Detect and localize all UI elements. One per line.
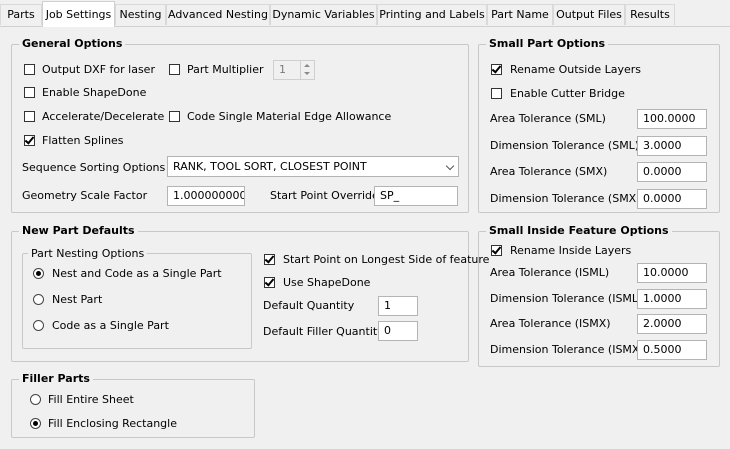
tab-strip: Parts Job Settings Nesting Advanced Nest… xyxy=(0,0,730,27)
code-single-material-checkbox[interactable] xyxy=(169,111,180,122)
default-filler-quantity-input[interactable]: 0 xyxy=(378,321,418,341)
dimension-tolerance-ismx-value: 0.5000 xyxy=(643,343,682,356)
start-point-longest-checkbox[interactable] xyxy=(264,254,275,265)
flatten-splines-checkbox[interactable] xyxy=(24,135,35,146)
flatten-splines-label: Flatten Splines xyxy=(42,134,124,147)
area-tolerance-smx-value: 0.0000 xyxy=(643,165,682,178)
area-tolerance-sml-label: Area Tolerance (SML) xyxy=(490,112,606,125)
rename-outside-layers-checkbox[interactable] xyxy=(491,64,502,75)
output-dxf-label: Output DXF for laser xyxy=(42,63,155,76)
part-multiplier-value: 1 xyxy=(279,63,286,76)
enable-cutter-bridge-label: Enable Cutter Bridge xyxy=(510,87,625,100)
use-shapedone-checkbox[interactable] xyxy=(264,277,275,288)
dimension-tolerance-isml-input[interactable]: 1.0000 xyxy=(637,289,707,309)
start-point-override-label: Start Point Override xyxy=(270,189,379,202)
sequence-sorting-label: Sequence Sorting Options xyxy=(22,161,166,174)
tab-dynamic-variables[interactable]: Dynamic Variables xyxy=(270,4,377,25)
dimension-tolerance-ismx-input[interactable]: 0.5000 xyxy=(637,340,707,360)
chevron-down-icon xyxy=(445,161,455,171)
tab-results[interactable]: Results xyxy=(625,4,675,25)
dimension-tolerance-smx-label: Dimension Tolerance (SMX) xyxy=(490,192,641,205)
sequence-sorting-dropdown[interactable]: RANK, TOOL SORT, CLOSEST POINT xyxy=(167,156,459,177)
default-quantity-input[interactable]: 1 xyxy=(378,296,418,316)
start-point-override-input[interactable]: SP_ xyxy=(374,186,458,206)
part-multiplier-checkbox[interactable] xyxy=(169,64,180,75)
geometry-scale-label: Geometry Scale Factor xyxy=(22,189,148,202)
part-nesting-options-title: Part Nesting Options xyxy=(28,247,148,261)
fill-entire-sheet-label: Fill Entire Sheet xyxy=(48,393,134,406)
nest-part-label: Nest Part xyxy=(52,293,103,306)
tab-printing-and-labels[interactable]: Printing and Labels xyxy=(377,4,487,25)
area-tolerance-ismx-value: 2.0000 xyxy=(643,317,682,330)
tab-nesting[interactable]: Nesting xyxy=(115,4,166,25)
nest-and-code-single-radio[interactable] xyxy=(33,268,44,279)
accel-decel-label: Accelerate/Decelerate xyxy=(42,110,165,123)
fill-enclosing-rectangle-label: Fill Enclosing Rectangle xyxy=(48,417,177,430)
rename-inside-layers-label: Rename Inside Layers xyxy=(510,244,632,257)
start-point-longest-label: Start Point on Longest Side of feature xyxy=(283,253,490,266)
area-tolerance-ismx-input[interactable]: 2.0000 xyxy=(637,314,707,334)
rename-inside-layers-checkbox[interactable] xyxy=(491,245,502,256)
dimension-tolerance-sml-label: Dimension Tolerance (SML) xyxy=(490,139,640,152)
nest-part-radio[interactable] xyxy=(33,294,44,305)
enable-cutter-bridge-checkbox[interactable] xyxy=(491,88,502,99)
nest-and-code-single-label: Nest and Code as a Single Part xyxy=(52,267,222,280)
rename-outside-layers-label: Rename Outside Layers xyxy=(510,63,641,76)
part-multiplier-label: Part Multiplier xyxy=(187,63,264,76)
code-single-part-radio[interactable] xyxy=(33,320,44,331)
dimension-tolerance-ismx-label: Dimension Tolerance (ISMX) xyxy=(490,343,644,356)
area-tolerance-smx-input[interactable]: 0.0000 xyxy=(637,162,707,182)
default-quantity-label: Default Quantity xyxy=(263,299,355,312)
area-tolerance-ismx-label: Area Tolerance (ISMX) xyxy=(490,317,611,330)
default-filler-quantity-value: 0 xyxy=(384,324,391,337)
area-tolerance-isml-input[interactable]: 10.0000 xyxy=(637,263,707,283)
filler-parts-title: Filler Parts xyxy=(19,372,93,386)
tab-job-settings[interactable]: Job Settings xyxy=(42,1,115,27)
dimension-tolerance-sml-input[interactable]: 3.0000 xyxy=(637,136,707,156)
start-point-override-value: SP_ xyxy=(380,189,400,202)
general-options-title: General Options xyxy=(19,37,126,51)
area-tolerance-isml-value: 10.0000 xyxy=(643,266,689,279)
code-single-material-label: Code Single Material Edge Allowance xyxy=(187,110,392,123)
tab-output-files[interactable]: Output Files xyxy=(553,4,625,25)
enable-shapedone-label: Enable ShapeDone xyxy=(42,86,147,99)
area-tolerance-smx-label: Area Tolerance (SMX) xyxy=(490,165,608,178)
geometry-scale-input[interactable]: 1.0000000000 xyxy=(167,186,245,206)
use-shapedone-label: Use ShapeDone xyxy=(283,276,371,289)
tab-parts[interactable]: Parts xyxy=(0,4,42,25)
output-dxf-checkbox[interactable] xyxy=(24,64,35,75)
new-part-defaults-title: New Part Defaults xyxy=(19,224,138,238)
default-filler-quantity-label: Default Filler Quantity xyxy=(263,325,384,338)
dimension-tolerance-isml-label: Dimension Tolerance (ISML) xyxy=(490,292,643,305)
tab-part-name[interactable]: Part Name xyxy=(487,4,553,25)
dimension-tolerance-sml-value: 3.0000 xyxy=(643,139,682,152)
accel-decel-checkbox[interactable] xyxy=(24,111,35,122)
code-single-part-label: Code as a Single Part xyxy=(52,319,169,332)
geometry-scale-value: 1.0000000000 xyxy=(173,189,244,202)
small-inside-feature-title: Small Inside Feature Options xyxy=(486,224,672,238)
sequence-sorting-value: RANK, TOOL SORT, CLOSEST POINT xyxy=(173,160,367,173)
default-quantity-value: 1 xyxy=(384,299,391,312)
dimension-tolerance-smx-input[interactable]: 0.0000 xyxy=(637,189,707,209)
dimension-tolerance-isml-value: 1.0000 xyxy=(643,292,682,305)
tab-advanced-nesting[interactable]: Advanced Nesting xyxy=(166,4,270,25)
dimension-tolerance-smx-value: 0.0000 xyxy=(643,192,682,205)
fill-enclosing-rectangle-radio[interactable] xyxy=(30,418,41,429)
enable-shapedone-checkbox[interactable] xyxy=(24,87,35,98)
fill-entire-sheet-radio[interactable] xyxy=(30,394,41,405)
area-tolerance-sml-value: 100.0000 xyxy=(643,112,696,125)
small-part-options-title: Small Part Options xyxy=(486,37,609,51)
area-tolerance-isml-label: Area Tolerance (ISML) xyxy=(490,266,610,279)
part-multiplier-spinner[interactable] xyxy=(300,61,314,79)
area-tolerance-sml-input[interactable]: 100.0000 xyxy=(637,109,707,129)
